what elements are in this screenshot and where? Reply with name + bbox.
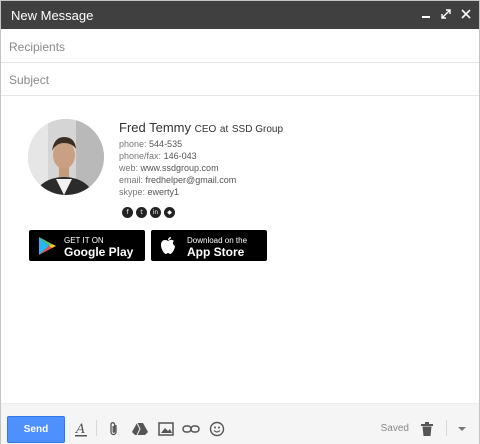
- signature-company: SSD Group: [231, 124, 284, 135]
- subject-field[interactable]: Subject: [1, 63, 479, 96]
- fax-value: 146-043: [163, 151, 197, 161]
- signature-name: Fred Temmy: [119, 120, 191, 135]
- web-link[interactable]: www.ssdgroup.com: [141, 163, 219, 173]
- web-label: web:: [119, 163, 139, 173]
- avatar: [28, 119, 104, 195]
- google-play-small: GET IT ON: [64, 236, 104, 245]
- signature-phone: phone: 544-535: [119, 139, 182, 149]
- signature-skype: skype: ewerty1: [119, 187, 179, 197]
- phone-label: phone:: [119, 139, 147, 149]
- svg-text:A: A: [75, 422, 85, 437]
- compose-toolbar: Send A Saved: [1, 403, 479, 444]
- fax-label: phone/fax:: [119, 151, 162, 161]
- phone-value: 544-535: [149, 139, 183, 149]
- toolbar-divider: [96, 420, 97, 436]
- signature-web: web: www.ssdgroup.com: [119, 163, 219, 173]
- app-store-big: App Store: [187, 245, 245, 259]
- minimize-icon[interactable]: [419, 6, 433, 22]
- close-icon[interactable]: [459, 6, 473, 22]
- send-button[interactable]: Send: [7, 416, 65, 443]
- app-store-button[interactable]: Download on the App Store: [151, 230, 267, 261]
- signature-title: CEO: [194, 124, 217, 135]
- window-controls: [419, 6, 473, 22]
- app-store-small: Download on the: [187, 236, 248, 245]
- other-icon[interactable]: ◆: [164, 207, 175, 218]
- recipients-placeholder: Recipients: [9, 40, 66, 54]
- photo-icon[interactable]: [157, 420, 175, 438]
- recipients-field[interactable]: Recipients: [1, 30, 479, 63]
- saved-status: Saved: [380, 423, 409, 434]
- signature-fax: phone/fax: 146-043: [119, 151, 197, 161]
- drive-icon[interactable]: [131, 420, 149, 438]
- formatting-icon[interactable]: A: [72, 420, 90, 438]
- toolbar-divider: [446, 420, 447, 436]
- skype-label: skype:: [119, 187, 146, 197]
- twitter-icon[interactable]: t: [136, 207, 147, 218]
- google-play-icon: [37, 236, 57, 261]
- email-link[interactable]: fredhelper@gmail.com: [146, 175, 237, 185]
- title-bar: New Message: [1, 1, 479, 29]
- email-label: email:: [119, 175, 144, 185]
- linkedin-icon[interactable]: in: [150, 207, 161, 218]
- signature-company-prefix: at: [219, 124, 229, 135]
- emoji-icon[interactable]: [208, 420, 226, 438]
- compose-window: New Message Recipients Subject Fred Temm…: [0, 0, 480, 444]
- apple-icon: [160, 236, 176, 260]
- signature-name-line: Fred Temmy CEO at SSD Group: [119, 120, 283, 135]
- facebook-icon[interactable]: f: [122, 207, 133, 218]
- expand-icon[interactable]: [439, 6, 453, 22]
- link-icon[interactable]: [182, 420, 200, 438]
- skype-value: ewerty1: [147, 187, 180, 197]
- social-icons: f t in ◆: [122, 207, 175, 218]
- google-play-button[interactable]: GET IT ON Google Play: [29, 230, 145, 261]
- trash-icon[interactable]: [418, 420, 436, 438]
- attachment-icon[interactable]: [105, 420, 123, 438]
- signature-email: email: fredhelper@gmail.com: [119, 175, 236, 185]
- window-title: New Message: [11, 8, 94, 23]
- more-options-icon[interactable]: [453, 420, 471, 438]
- subject-placeholder: Subject: [9, 73, 50, 87]
- google-play-big: Google Play: [64, 245, 134, 259]
